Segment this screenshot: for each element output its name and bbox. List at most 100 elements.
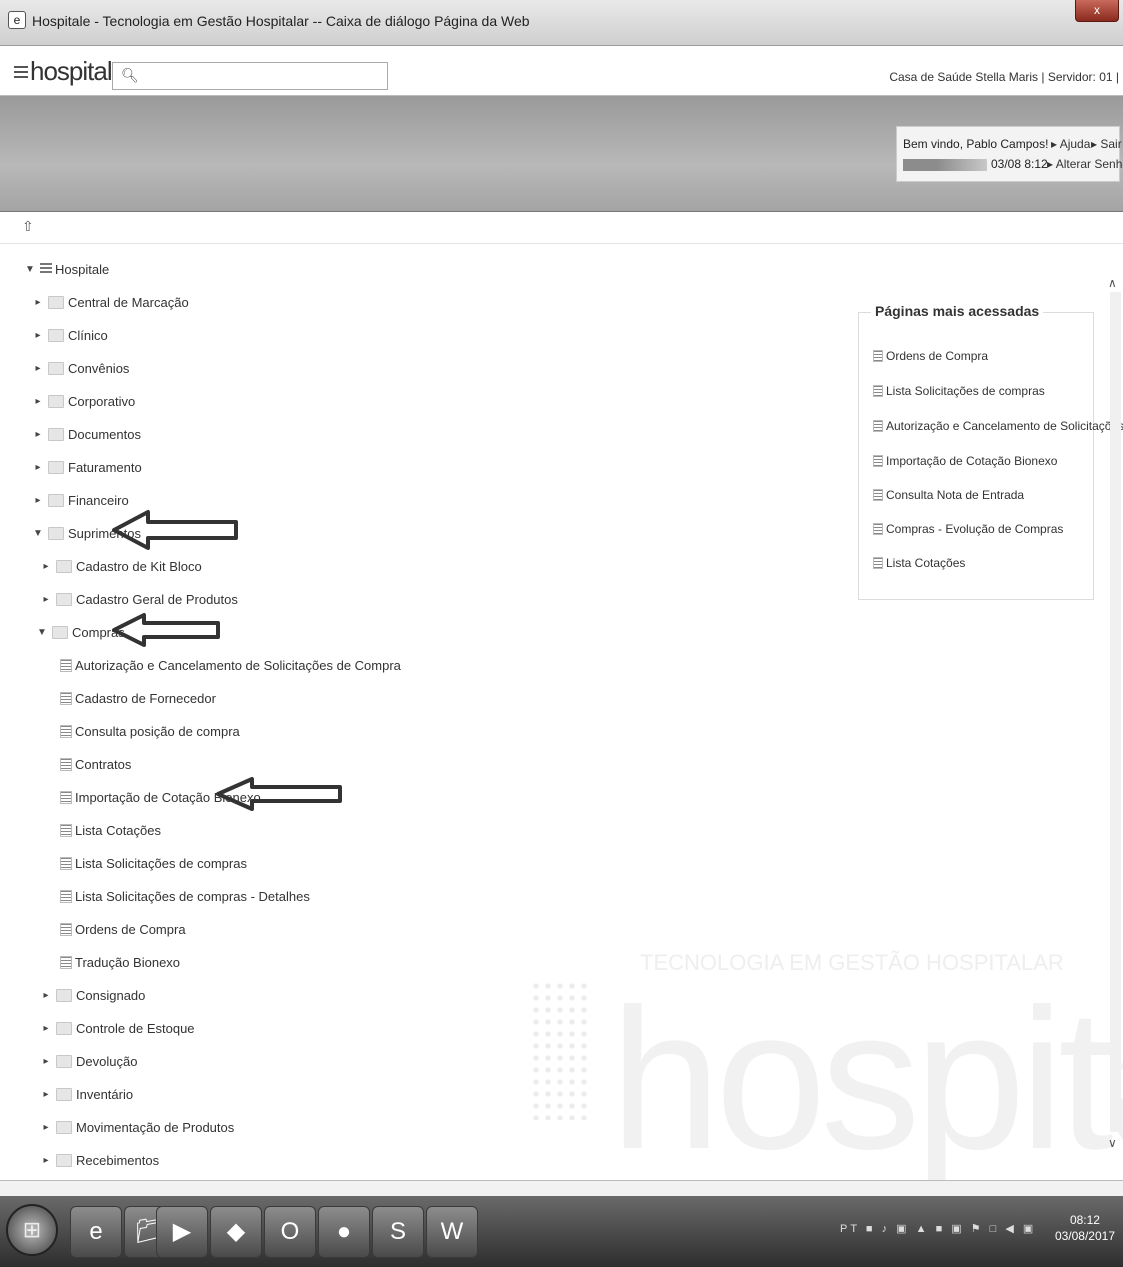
arrow-left-icon (112, 613, 220, 647)
tree-page-lista-solicitacoes-detalhes[interactable]: Lista Solicitações de compras - Detalhes (60, 885, 310, 907)
start-button[interactable]: ⊞ (6, 1204, 58, 1256)
tree-page-contratos[interactable]: Contratos (60, 753, 131, 775)
search-box[interactable]: 🔍︎ (112, 62, 388, 90)
tree-page-lista-cotacoes[interactable]: Lista Cotações (60, 819, 161, 841)
media-player-taskbar-icon[interactable]: ▶ (156, 1206, 208, 1258)
hospitale-logo[interactable]: hospitale (14, 56, 126, 87)
tree-item-movimentacao-de-produtos[interactable]: ▸ Movimentação de Produtos (40, 1116, 234, 1138)
export-icon[interactable]: ⇧ (22, 218, 34, 235)
collapsed-caret-icon[interactable]: ▸ (32, 462, 44, 473)
collapsed-caret-icon[interactable]: ▸ (32, 363, 44, 374)
tree-page-consulta-posicao-de-compra[interactable]: Consulta posição de compra (60, 720, 240, 742)
folder-icon (48, 460, 64, 474)
collapsed-caret-icon[interactable]: ▸ (40, 990, 52, 1001)
collapsed-caret-icon[interactable]: ▸ (40, 1155, 52, 1166)
app-taskbar-icon[interactable]: ◆ (210, 1206, 262, 1258)
tree-item-corporativo[interactable]: ▸ Corporativo (32, 390, 135, 412)
tree-item-devolucao[interactable]: ▸ Devolução (40, 1050, 137, 1072)
page-icon (873, 523, 883, 535)
collapsed-caret-icon[interactable]: ▸ (32, 396, 44, 407)
expanded-caret-icon[interactable]: ▼ (24, 264, 36, 275)
page-icon (60, 955, 72, 969)
page-icon (873, 455, 883, 467)
help-link[interactable]: ▸ Ajuda (1051, 137, 1090, 151)
tree-page-lista-solicitacoes-de-compras[interactable]: Lista Solicitações de compras (60, 852, 247, 874)
folder-icon (48, 295, 64, 309)
close-button[interactable]: x (1075, 0, 1119, 22)
tree-item-label: Consulta posição de compra (75, 723, 240, 739)
tree-item-controle-de-estoque[interactable]: ▸ Controle de Estoque (40, 1017, 194, 1039)
tree-item-cadastro-de-kit-bloco[interactable]: ▸ Cadastro de Kit Bloco (40, 555, 202, 577)
collapsed-caret-icon[interactable]: ▸ (32, 429, 44, 440)
skype-taskbar-icon[interactable]: S (372, 1206, 424, 1258)
change-password-link[interactable]: ▸ Alterar Senha (1047, 157, 1123, 171)
most-accessed-item[interactable]: Lista Solicitações de compras (873, 384, 1045, 398)
most-accessed-item[interactable]: Lista Cotações (873, 556, 965, 570)
tree-item-clinico[interactable]: ▸ Clínico (32, 324, 107, 346)
most-accessed-item[interactable]: Autorização e Cancelamento de Solicitaçõ… (873, 419, 1123, 433)
most-accessed-item-label: Lista Solicitações de compras (886, 384, 1045, 398)
tree-item-central-de-marcacao[interactable]: ▸ Central de Marcação (32, 291, 189, 313)
collapsed-caret-icon[interactable]: ▸ (40, 1023, 52, 1034)
collapsed-caret-icon[interactable]: ▸ (40, 561, 52, 572)
folder-icon (48, 328, 64, 342)
tree-item-convenios[interactable]: ▸ Convênios (32, 357, 129, 379)
scroll-up-icon[interactable]: ∧ (1108, 276, 1117, 290)
tree-item-label: Cadastro de Kit Bloco (76, 558, 202, 574)
page-icon (873, 557, 883, 569)
logo-text: hospitale (30, 56, 126, 86)
collapsed-caret-icon[interactable]: ▸ (40, 594, 52, 605)
tree-item-documentos[interactable]: ▸ Documentos (32, 423, 141, 445)
folder-icon (48, 493, 64, 507)
most-accessed-item-label: Ordens de Compra (886, 349, 989, 363)
tree-item-label: Central de Marcação (68, 294, 189, 310)
tree-item-faturamento[interactable]: ▸ Faturamento (32, 456, 141, 478)
tree-item-inventario[interactable]: ▸ Inventário (40, 1083, 133, 1105)
most-accessed-item[interactable]: Ordens de Compra (873, 349, 988, 363)
most-accessed-item[interactable]: Compras - Evolução de Compras (873, 522, 1063, 536)
most-accessed-item[interactable]: Consulta Nota de Entrada (873, 488, 1024, 502)
exit-link-label: Sair (1100, 137, 1122, 151)
search-icon[interactable]: 🔍︎ (121, 67, 139, 84)
ie-taskbar-icon[interactable]: e (70, 1206, 122, 1258)
collapsed-caret-icon[interactable]: ▸ (32, 330, 44, 341)
collapsed-caret-icon[interactable]: ▸ (32, 495, 44, 506)
tree-page-ordens-de-compra[interactable]: Ordens de Compra (60, 918, 186, 940)
tree-page-traducao-bionexo[interactable]: Tradução Bionexo (60, 951, 180, 973)
exit-link[interactable]: ▸ Sair (1091, 137, 1122, 151)
taskbar-clock[interactable]: 08:12 03/08/2017 (1055, 1212, 1115, 1244)
collapsed-caret-icon[interactable]: ▸ (32, 297, 44, 308)
expanded-caret-icon[interactable]: ▼ (36, 627, 48, 638)
search-input[interactable] (139, 65, 383, 87)
expanded-caret-icon[interactable]: ▼ (32, 528, 44, 539)
toolbar: ⇧ (0, 212, 1123, 244)
vertical-scrollbar[interactable] (1110, 292, 1121, 1132)
tree-item-label: Movimentação de Produtos (76, 1119, 235, 1135)
chrome-taskbar-icon[interactable]: ● (318, 1206, 370, 1258)
tree-root[interactable]: ▼ Hospitale (24, 258, 109, 280)
tree-page-cadastro-de-fornecedor[interactable]: Cadastro de Fornecedor (60, 687, 216, 709)
arrow-left-icon (216, 777, 342, 811)
tree-item-consignado[interactable]: ▸ Consignado (40, 984, 145, 1006)
page-icon (60, 889, 72, 903)
tree-item-recebimentos[interactable]: ▸ Recebimentos (40, 1149, 159, 1171)
word-taskbar-icon[interactable]: W (426, 1206, 478, 1258)
page-icon (873, 385, 883, 397)
collapsed-caret-icon[interactable]: ▸ (40, 1056, 52, 1067)
tree-root-label: Hospitale (55, 261, 110, 277)
page-icon (60, 922, 72, 936)
folder-icon (56, 1087, 72, 1101)
system-tray[interactable]: PT ■ ♪ ▣ ▲ ■ ▣ ⚑ □ ◀ ▣ (840, 1222, 1036, 1235)
tree-item-cadastro-geral-de-produtos[interactable]: ▸ Cadastro Geral de Produtos (40, 588, 237, 610)
most-accessed-item[interactable]: Importação de Cotação Bionexo (873, 454, 1057, 468)
collapsed-caret-icon[interactable]: ▸ (40, 1089, 52, 1100)
collapsed-caret-icon[interactable]: ▸ (40, 1122, 52, 1133)
language-indicator[interactable]: PT (840, 1223, 860, 1235)
clock-date: 03/08/2017 (1054, 1229, 1115, 1243)
tree-item-label: Recebimentos (76, 1152, 160, 1168)
window-title: Hospitale - Tecnologia em Gestão Hospita… (32, 13, 530, 29)
tree-page-autorizacao-cancelamento[interactable]: Autorização e Cancelamento de Solicitaçõ… (60, 654, 401, 676)
logo-icon (14, 66, 28, 81)
scroll-down-icon[interactable]: ∨ (1108, 1136, 1117, 1150)
outlook-taskbar-icon[interactable]: O (264, 1206, 316, 1258)
